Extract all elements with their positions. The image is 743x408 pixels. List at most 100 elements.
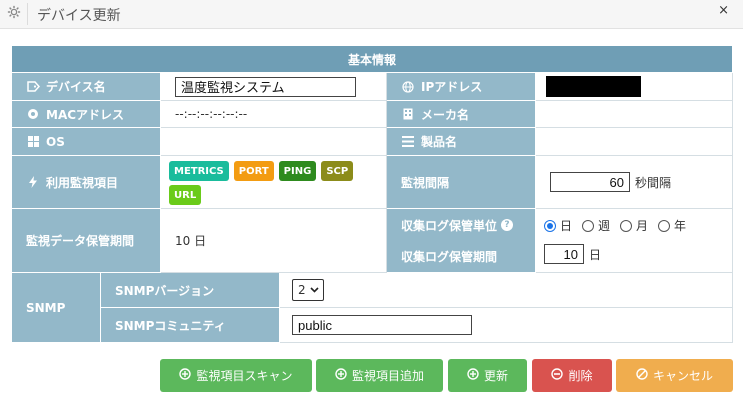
monitor-interval-unit: 秒間隔 bbox=[635, 175, 672, 190]
update-button-label: 更新 bbox=[483, 369, 508, 383]
scan-items-button[interactable]: 監視項目スキャン bbox=[160, 359, 312, 392]
close-button[interactable]: × bbox=[718, 3, 729, 18]
product-name-label: 製品名 bbox=[387, 128, 536, 156]
add-items-button-label: 監視項目追加 bbox=[351, 369, 424, 383]
log-unit-label: 収集ログ保管単位 ? bbox=[401, 217, 514, 234]
monitor-interval-input[interactable]: 60 bbox=[550, 172, 630, 192]
mac-address-label-text: MACアドレス bbox=[46, 107, 125, 122]
log-period-label: 収集ログ保管期間 bbox=[401, 249, 498, 264]
log-settings-cell: 日週月年 10 日 bbox=[536, 209, 733, 273]
monitor-tag-port: PORT bbox=[233, 161, 274, 181]
log-unit-radio-2[interactable]: 月 bbox=[620, 217, 648, 234]
update-button[interactable]: 更新 bbox=[448, 359, 527, 392]
maker-name-cell bbox=[536, 101, 733, 128]
snmp-community-cell: public bbox=[280, 308, 733, 343]
log-settings-label: 収集ログ保管単位 ? 収集ログ保管期間 bbox=[387, 209, 536, 273]
title-separator bbox=[27, 3, 28, 25]
ip-address-label-text: IPアドレス bbox=[421, 80, 483, 94]
device-name-cell: 温度監視システム bbox=[161, 73, 387, 101]
monitor-items-cell: METRICS PORT PING SCP URL bbox=[161, 156, 387, 209]
list-icon bbox=[401, 136, 415, 147]
snmp-community-label: SNMPコミュニティ bbox=[101, 308, 280, 343]
radio-circle bbox=[544, 219, 556, 232]
snmp-version-select[interactable]: 2 bbox=[292, 279, 324, 301]
log-unit-radio-1[interactable]: 週 bbox=[582, 217, 610, 234]
cancel-button[interactable]: キャンセル bbox=[616, 359, 733, 392]
monitor-interval-cell: 60 秒間隔 bbox=[536, 156, 733, 209]
radio-circle bbox=[658, 219, 671, 232]
data-retention-value: 10 日 bbox=[175, 234, 207, 248]
delete-button-label: 削除 bbox=[568, 369, 593, 383]
gear-icon bbox=[7, 5, 21, 19]
radio-label: 年 bbox=[674, 219, 687, 233]
monitor-tag-metrics: METRICS bbox=[169, 161, 229, 181]
log-unit-radio-0[interactable]: 日 bbox=[544, 217, 572, 234]
plus-circle-icon bbox=[179, 368, 192, 383]
os-label-text: OS bbox=[46, 134, 65, 149]
minus-circle-icon bbox=[551, 368, 564, 383]
mac-address-value: --:--:--:--:--:-- bbox=[175, 107, 248, 121]
radio-circle bbox=[582, 219, 595, 232]
monitor-interval-label: 監視間隔 bbox=[387, 156, 536, 209]
data-retention-label: 監視データ保管期間 bbox=[12, 209, 161, 273]
radio-label: 月 bbox=[636, 219, 649, 233]
delete-button[interactable]: 削除 bbox=[532, 359, 612, 392]
chip-icon bbox=[26, 108, 40, 120]
mac-address-label: MACアドレス bbox=[12, 101, 161, 128]
product-name-cell bbox=[536, 128, 733, 156]
log-period-unit: 日 bbox=[589, 247, 602, 262]
log-unit-radio-group: 日週月年 bbox=[544, 217, 696, 234]
radio-label: 週 bbox=[598, 219, 611, 233]
ip-address-cell bbox=[536, 73, 733, 101]
monitor-tag-scp: SCP bbox=[321, 161, 354, 181]
device-name-label: デバイス名 bbox=[12, 73, 161, 101]
chevron-down-icon bbox=[310, 285, 319, 296]
snmp-label: SNMP bbox=[12, 273, 101, 343]
maker-name-label: メーカ名 bbox=[387, 101, 536, 128]
bolt-icon bbox=[26, 176, 40, 188]
snmp-label-text: SNMP bbox=[26, 300, 66, 315]
monitor-tag-list: METRICS PORT PING SCP URL bbox=[169, 161, 374, 205]
radio-label: 日 bbox=[560, 219, 573, 233]
os-label: OS bbox=[12, 128, 161, 156]
snmp-version-label: SNMPバージョン bbox=[101, 273, 280, 308]
monitor-tag-url: URL bbox=[169, 185, 202, 205]
snmp-version-value: 2 bbox=[298, 283, 306, 297]
cancel-button-label: キャンセル bbox=[652, 369, 713, 383]
log-unit-radio-3[interactable]: 年 bbox=[658, 217, 686, 234]
globe-icon bbox=[401, 80, 415, 93]
monitor-tag-ping: PING bbox=[278, 161, 317, 181]
product-name-label-text: 製品名 bbox=[421, 135, 458, 149]
section-header: 基本情報 bbox=[12, 46, 733, 73]
plus-circle-icon bbox=[335, 368, 347, 383]
device-name-input[interactable]: 温度監視システム bbox=[175, 76, 356, 97]
log-period-row: 10 日 bbox=[544, 244, 601, 264]
log-unit-label-text: 収集ログ保管単位 bbox=[401, 218, 498, 233]
plus-circle-icon bbox=[467, 368, 479, 383]
title-bar: デバイス更新 × bbox=[0, 0, 743, 29]
data-retention-cell: 10 日 bbox=[161, 209, 387, 273]
snmp-version-cell: 2 bbox=[280, 273, 733, 308]
window-title: デバイス更新 bbox=[37, 8, 121, 24]
snmp-community-input[interactable]: public bbox=[292, 315, 472, 335]
monitor-items-label: 利用監視項目 bbox=[12, 156, 161, 209]
cancel-circle-icon bbox=[636, 368, 648, 383]
ip-address-redacted[interactable] bbox=[546, 76, 641, 97]
tag-icon bbox=[26, 81, 40, 92]
monitor-items-label-text: 利用監視項目 bbox=[46, 175, 119, 190]
snmp-version-label-text: SNMPバージョン bbox=[115, 283, 215, 298]
os-cell bbox=[161, 128, 387, 156]
building-icon bbox=[401, 108, 415, 120]
help-icon[interactable]: ? bbox=[501, 219, 514, 231]
monitor-interval-label-text: 監視間隔 bbox=[401, 175, 450, 190]
windows-icon bbox=[26, 136, 40, 147]
data-retention-label-text: 監視データ保管期間 bbox=[26, 234, 135, 248]
maker-name-label-text: メーカ名 bbox=[421, 107, 470, 122]
add-items-button[interactable]: 監視項目追加 bbox=[316, 359, 443, 392]
log-period-input[interactable]: 10 bbox=[544, 244, 584, 264]
mac-address-cell: --:--:--:--:--:-- bbox=[161, 101, 387, 128]
radio-circle bbox=[620, 219, 633, 232]
scan-items-button-label: 監視項目スキャン bbox=[196, 369, 293, 383]
snmp-community-label-text: SNMPコミュニティ bbox=[115, 318, 226, 333]
ip-address-label: IPアドレス bbox=[387, 73, 536, 101]
